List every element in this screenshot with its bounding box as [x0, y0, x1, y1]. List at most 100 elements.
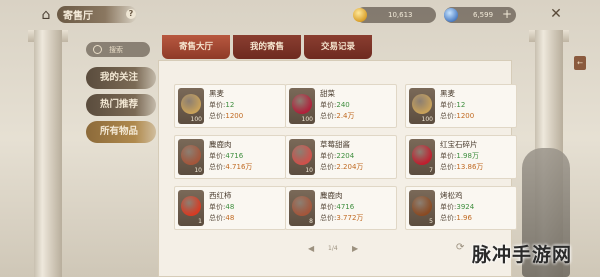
item-quantity: 100 [421, 116, 433, 123]
item-card[interactable]: 5 烤松鸡 单价:3924 总价:1.96 [405, 186, 517, 230]
item-quantity: 5 [429, 218, 433, 225]
item-unit-price: 单价:240 [320, 100, 350, 110]
item-thumbnail: 8 [289, 190, 315, 226]
item-name: 麋鹿肉 [209, 140, 232, 149]
page-title: 寄售厅 [63, 11, 93, 22]
unit-price-value: 240 [336, 101, 350, 109]
unit-price-label: 单价: [440, 152, 457, 160]
item-quantity: 100 [190, 116, 202, 123]
item-unit-price: 单价:4716 [320, 202, 354, 212]
tab-trade-records[interactable]: 交易记录 [304, 35, 372, 59]
watermark: 脉冲手游网 [472, 244, 573, 266]
item-thumbnail: 100 [178, 88, 204, 124]
unit-price-value: 4716 [225, 152, 244, 160]
next-page-button[interactable]: ▶ [352, 244, 358, 253]
item-icon [292, 94, 312, 114]
item-total-price: 总价:3.772万 [320, 213, 363, 223]
total-price-label: 总价: [440, 214, 457, 222]
item-total-price: 总价:2.204万 [320, 162, 363, 172]
unit-price-value: 1.98万 [456, 152, 479, 160]
add-currency-button[interactable]: + [500, 7, 514, 21]
total-price-value: 48 [225, 214, 235, 222]
unit-price-label: 单价: [209, 203, 226, 211]
pillar-left [34, 30, 62, 277]
gem-amount: 6,599 [473, 11, 494, 19]
total-price-value: 3.772万 [336, 214, 364, 222]
total-price-value: 1200 [456, 112, 475, 120]
total-price-label: 总价: [320, 112, 337, 120]
item-icon [412, 145, 432, 165]
item-quantity: 8 [309, 218, 313, 225]
home-icon[interactable]: ⌂ [37, 6, 55, 24]
total-price-value: 2.4万 [336, 112, 355, 120]
item-icon [412, 196, 432, 216]
total-price-value: 1200 [225, 112, 244, 120]
tab-my-consignment[interactable]: 我的寄售 [233, 35, 301, 59]
item-total-price: 总价:1200 [209, 111, 243, 121]
item-thumbnail: 1 [178, 190, 204, 226]
item-name: 甜菜 [320, 89, 335, 98]
item-name: 西红柿 [209, 191, 232, 200]
total-price-value: 2.204万 [336, 163, 364, 171]
total-price-label: 总价: [209, 112, 226, 120]
item-unit-price: 单价:3924 [440, 202, 474, 212]
item-name: 麋鹿肉 [320, 191, 343, 200]
side-collapse-tab[interactable]: ← [574, 56, 586, 70]
close-icon[interactable]: ✕ [547, 5, 565, 23]
item-total-price: 总价:4.716万 [209, 162, 252, 172]
item-icon [181, 145, 201, 165]
item-icon [181, 94, 201, 114]
unit-price-value: 3924 [456, 203, 475, 211]
item-thumbnail: 100 [289, 88, 315, 124]
item-name: 烤松鸡 [440, 191, 463, 200]
page-indicator: 1/4 [328, 245, 338, 252]
total-price-label: 总价: [440, 163, 457, 171]
gold-coin-icon [353, 8, 367, 22]
top-bar: ⌂ 寄售厅 ? 10,613 6,599 + ✕ [0, 0, 600, 30]
item-thumbnail: 7 [409, 139, 435, 175]
unit-price-label: 单价: [320, 152, 337, 160]
unit-price-value: 2204 [336, 152, 355, 160]
item-total-price: 总价:48 [209, 213, 234, 223]
unit-price-value: 48 [225, 203, 235, 211]
item-unit-price: 单价:12 [440, 100, 465, 110]
unit-price-value: 12 [225, 101, 235, 109]
item-total-price: 总价:1200 [440, 111, 474, 121]
item-icon [292, 196, 312, 216]
item-unit-price: 单价:1.98万 [440, 151, 479, 161]
nav-item-following[interactable]: 我的关注 [86, 67, 156, 89]
item-card[interactable]: 8 麋鹿肉 单价:4716 总价:3.772万 [285, 186, 397, 230]
item-card[interactable]: 100 黑麦 单价:12 总价:1200 [174, 84, 286, 128]
nav-item-hot[interactable]: 热门推荐 [86, 94, 156, 116]
tab-consignment-hall[interactable]: 寄售大厅 [162, 35, 230, 59]
unit-price-label: 单价: [209, 101, 226, 109]
total-price-label: 总价: [440, 112, 457, 120]
item-name: 黑麦 [440, 89, 455, 98]
unit-price-label: 单价: [320, 203, 337, 211]
item-card[interactable]: 100 黑麦 单价:12 总价:1200 [405, 84, 517, 128]
total-price-value: 4.716万 [225, 163, 253, 171]
item-card[interactable]: 100 甜菜单价:240 总价:2.4万 [285, 84, 397, 128]
nav-item-all-items[interactable]: 所有物品 [86, 121, 156, 143]
item-card[interactable]: 7 红宝石碎片 单价:1.98万 总价:13.86万 [405, 135, 517, 179]
unit-price-label: 单价: [209, 152, 226, 160]
item-card[interactable]: 10 草莓甜酱 单价:2204 总价:2.204万 [285, 135, 397, 179]
unit-price-value: 4716 [336, 203, 355, 211]
item-thumbnail: 10 [178, 139, 204, 175]
item-card[interactable]: 1 西红柿 单价:48 总价:48 [174, 186, 286, 230]
prev-page-button[interactable]: ◀ [308, 244, 314, 253]
item-unit-price: 单价:4716 [209, 151, 243, 161]
total-price-label: 总价: [209, 214, 226, 222]
unit-price-value: 12 [456, 101, 466, 109]
item-icon [181, 196, 201, 216]
gold-amount: 10,613 [388, 11, 413, 19]
help-icon[interactable]: ? [126, 9, 136, 19]
item-quantity: 1 [198, 218, 202, 225]
item-quantity: 7 [429, 167, 433, 174]
item-name: 红宝石碎片 [440, 140, 478, 149]
refresh-icon[interactable]: ⟳ [456, 242, 468, 254]
item-card[interactable]: 10 麋鹿肉 单价:4716 总价:4.716万 [174, 135, 286, 179]
unit-price-label: 单价: [320, 101, 337, 109]
unit-price-label: 单价: [440, 203, 457, 211]
unit-price-label: 单价: [440, 101, 457, 109]
